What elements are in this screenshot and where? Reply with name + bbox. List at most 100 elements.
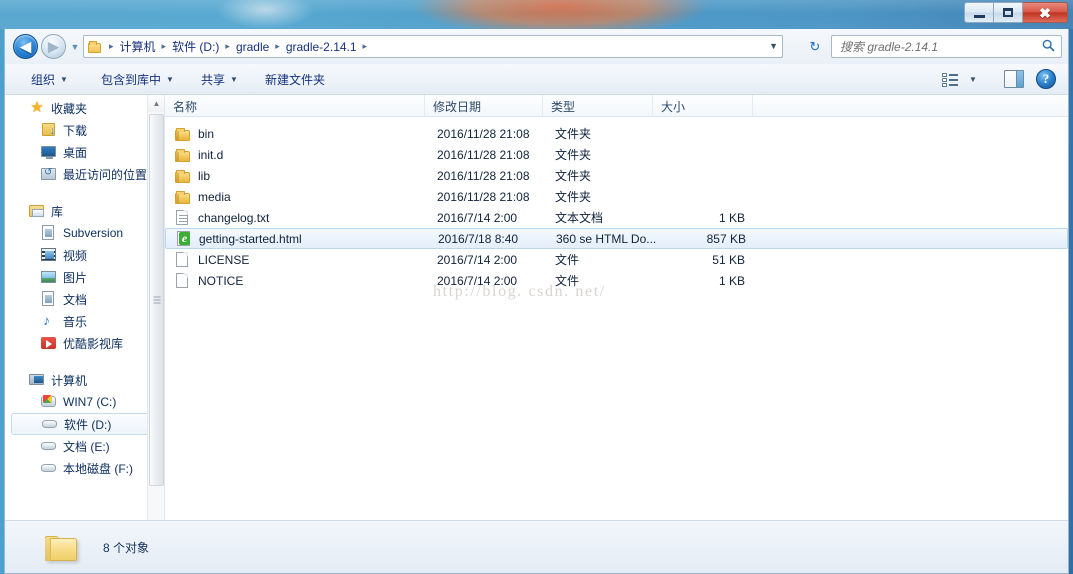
column-header-label: 修改日期	[433, 99, 482, 114]
downloads-icon	[41, 122, 57, 138]
column-header-4[interactable]: 大小	[653, 95, 753, 117]
file-size-cell: 51 KB	[712, 252, 745, 267]
desktop-icon	[41, 144, 57, 160]
file-name-label: getting-started.html	[199, 231, 302, 246]
maximize-button[interactable]	[993, 2, 1022, 23]
minimize-button[interactable]	[964, 2, 993, 23]
sidebar-item-label: 图片	[63, 270, 88, 285]
file-type-cell: 文件夹	[555, 169, 592, 183]
breadcrumb-separator[interactable]: ▸	[159, 41, 170, 52]
table-row[interactable]: changelog.txt 2016/7/14 2:00 文本文档 1 KB	[165, 207, 1068, 228]
preview-pane-button[interactable]	[1004, 70, 1024, 88]
sidebar-item-优酷影视库[interactable]: 优酷影视库	[5, 332, 164, 354]
close-button[interactable]: ✖	[1022, 2, 1068, 23]
sidebar-group-3[interactable]: 计算机	[5, 369, 164, 391]
preview-pane-icon	[1016, 71, 1023, 87]
sidebar-item-软件-d-[interactable]: 软件 (D:)	[11, 413, 156, 435]
table-row[interactable]: bin 2016/11/28 21:08 文件夹	[165, 123, 1068, 144]
window-body: ◀ ▶ ▼ ▸ 计算机 ▸ 软件 (D:) ▸ gradle ▸ gradle-…	[4, 29, 1069, 574]
sidebar-item-文档[interactable]: 文档	[5, 288, 164, 310]
breadcrumb-gradle-version[interactable]: gradle-2.14.1	[283, 39, 360, 55]
drive-icon	[41, 460, 57, 476]
new-folder-button[interactable]: 新建文件夹	[257, 64, 333, 95]
sidebar-item-win7-c-[interactable]: WIN7 (C:)	[5, 391, 164, 413]
refresh-button[interactable]: ↻	[805, 37, 825, 56]
column-header-2[interactable]: 修改日期	[425, 95, 543, 117]
file-name-label: bin	[198, 126, 215, 141]
sidebar-item-本地磁盘-f-[interactable]: 本地磁盘 (F:)	[5, 457, 164, 479]
search-icon	[1042, 39, 1055, 55]
file-date-cell: 2016/7/14 2:00	[437, 252, 518, 267]
sidebar-item-桌面[interactable]: 桌面	[5, 141, 164, 163]
back-button[interactable]: ◀	[13, 34, 38, 59]
sidebar-group-2[interactable]: 库	[5, 200, 164, 222]
file-type-cell: 文件	[555, 274, 580, 288]
navigation-scrollbar[interactable]: ▲ ▼	[147, 95, 164, 547]
include-in-library-button[interactable]: 包含到库中 ▼	[93, 64, 182, 95]
recent-pages-dropdown[interactable]: ▼	[69, 41, 81, 53]
drive-icon	[42, 416, 58, 432]
table-row[interactable]: init.d 2016/11/28 21:08 文件夹	[165, 144, 1068, 165]
documents-icon	[41, 291, 57, 307]
file-name-cell: bin	[175, 126, 214, 142]
sidebar-group-1[interactable]: ★ 收藏夹	[5, 97, 164, 119]
search-input[interactable]: 搜索 gradle-2.14.1	[832, 38, 938, 55]
nav-group: 计算机 WIN7 (C:) 软件 (D:) 文档 (E:) 本地磁盘 (F:)	[5, 369, 164, 479]
file-size-cell: 857 KB	[706, 231, 746, 246]
chevron-down-icon[interactable]: ▼	[769, 41, 778, 51]
status-bar: 8 个对象	[5, 520, 1068, 573]
window-title-bar[interactable]: ✖	[0, 0, 1073, 29]
change-view-button[interactable]: ▼	[942, 69, 990, 90]
include-in-library-label: 包含到库中	[101, 73, 162, 87]
address-bar[interactable]: ▸ 计算机 ▸ 软件 (D:) ▸ gradle ▸ gradle-2.14.1…	[83, 35, 783, 58]
table-row[interactable]: NOTICE 2016/7/14 2:00 文件 1 KB	[165, 270, 1068, 291]
breadcrumb-separator[interactable]: ▸	[360, 41, 371, 52]
share-button[interactable]: 共享 ▼	[193, 64, 246, 95]
html-file-icon	[176, 230, 192, 247]
new-folder-label: 新建文件夹	[265, 73, 326, 87]
table-row[interactable]: media 2016/11/28 21:08 文件夹	[165, 186, 1068, 207]
sidebar-item-label: 音乐	[63, 314, 88, 329]
forward-arrow-icon: ▶	[47, 37, 60, 55]
column-header-label: 名称	[173, 99, 198, 114]
scroll-up-button[interactable]: ▲	[148, 95, 164, 112]
nav-group-spacer	[5, 354, 164, 367]
generic-file-icon	[175, 251, 191, 268]
scrollbar-thumb[interactable]	[149, 114, 164, 486]
sidebar-item-下载[interactable]: 下载	[5, 119, 164, 141]
search-box[interactable]: 搜索 gradle-2.14.1	[831, 35, 1062, 58]
breadcrumb-separator[interactable]: ▸	[222, 41, 233, 52]
sidebar-item-subversion[interactable]: Subversion	[5, 222, 164, 244]
pictures-icon	[41, 269, 57, 285]
column-header-1[interactable]: 名称	[165, 95, 425, 117]
sidebar-item-视频[interactable]: 视频	[5, 244, 164, 266]
sidebar-group-label: 库	[51, 204, 64, 219]
address-bar-row: ◀ ▶ ▼ ▸ 计算机 ▸ 软件 (D:) ▸ gradle ▸ gradle-…	[5, 29, 1068, 64]
subversion-icon	[41, 225, 57, 241]
sidebar-item-音乐[interactable]: ♪ 音乐	[5, 310, 164, 332]
file-date-cell: 2016/7/14 2:00	[437, 273, 518, 288]
column-header-3[interactable]: 类型	[543, 95, 653, 117]
table-row[interactable]: lib 2016/11/28 21:08 文件夹	[165, 165, 1068, 186]
forward-button[interactable]: ▶	[41, 34, 66, 59]
breadcrumb-computer[interactable]: 计算机	[117, 37, 159, 56]
sidebar-item-最近访问的位置[interactable]: 最近访问的位置	[5, 163, 164, 185]
folder-icon	[175, 168, 191, 184]
generic-file-icon	[175, 272, 191, 289]
sidebar-item-文档-e-[interactable]: 文档 (E:)	[5, 435, 164, 457]
table-row[interactable]: LICENSE 2016/7/14 2:00 文件 51 KB	[165, 249, 1068, 270]
text-file-icon	[175, 209, 191, 226]
breadcrumb-separator[interactable]: ▸	[272, 41, 283, 52]
sidebar-item-图片[interactable]: 图片	[5, 266, 164, 288]
breadcrumb-drive-d[interactable]: 软件 (D:)	[169, 37, 222, 56]
sidebar-item-label: 下载	[63, 123, 88, 138]
minimize-icon	[973, 14, 985, 18]
system-drive-icon	[41, 394, 57, 410]
breadcrumb-separator[interactable]: ▸	[106, 41, 117, 52]
file-name-cell: NOTICE	[175, 272, 243, 289]
breadcrumb-gradle[interactable]: gradle	[233, 39, 272, 55]
help-button[interactable]: ?	[1036, 69, 1056, 89]
table-row[interactable]: getting-started.html 2016/7/18 8:40 360 se…	[165, 228, 1068, 249]
organize-button[interactable]: 组织 ▼	[23, 64, 76, 95]
desktop-background: ✖ ◀ ▶ ▼ ▸ 计算机 ▸ 软件 (D:) ▸ gradle ▸ gradl…	[0, 0, 1073, 574]
